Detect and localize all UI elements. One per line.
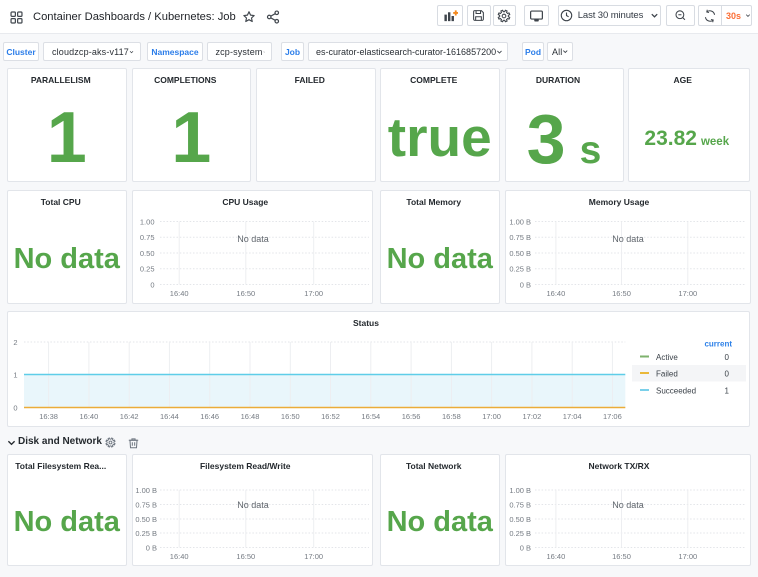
svg-text:0: 0	[725, 353, 730, 362]
svg-text:1.00 B: 1.00 B	[509, 218, 531, 227]
svg-text:16:52: 16:52	[321, 412, 340, 421]
svg-text:16:40: 16:40	[169, 289, 188, 298]
svg-text:17:04: 17:04	[563, 412, 582, 421]
svg-text:16:40: 16:40	[546, 289, 565, 298]
svg-text:17:00: 17:00	[678, 289, 697, 298]
svg-text:16:38: 16:38	[39, 412, 58, 421]
svg-text:No data: No data	[612, 500, 644, 510]
svg-text:16:46: 16:46	[200, 412, 219, 421]
svg-text:Failed: Failed	[656, 370, 678, 379]
svg-text:1: 1	[725, 387, 730, 396]
svg-text:16:50: 16:50	[236, 552, 255, 561]
svg-text:2: 2	[13, 338, 17, 347]
svg-text:0.75 B: 0.75 B	[135, 501, 157, 510]
svg-text:0 B: 0 B	[145, 544, 156, 553]
svg-text:0: 0	[13, 404, 17, 413]
svg-text:0.75 B: 0.75 B	[509, 233, 531, 242]
svg-text:0.50 B: 0.50 B	[509, 249, 531, 258]
svg-text:0.25 B: 0.25 B	[509, 529, 531, 538]
svg-text:0.25 B: 0.25 B	[135, 529, 157, 538]
svg-text:0 B: 0 B	[519, 544, 530, 553]
svg-text:0: 0	[725, 370, 730, 379]
svg-text:0.25 B: 0.25 B	[509, 265, 531, 274]
svg-text:16:50: 16:50	[236, 289, 255, 298]
svg-text:1: 1	[13, 371, 17, 380]
svg-text:current: current	[704, 340, 732, 349]
svg-text:0.50 B: 0.50 B	[509, 515, 531, 524]
svg-text:16:40: 16:40	[80, 412, 99, 421]
svg-text:1.00 B: 1.00 B	[509, 486, 531, 495]
svg-text:16:48: 16:48	[241, 412, 260, 421]
svg-text:17:02: 17:02	[523, 412, 542, 421]
svg-text:0.75 B: 0.75 B	[509, 501, 531, 510]
svg-text:0 B: 0 B	[519, 281, 530, 290]
svg-text:No data: No data	[612, 234, 644, 244]
svg-text:17:00: 17:00	[678, 552, 697, 561]
svg-text:Succeeded: Succeeded	[656, 387, 696, 396]
svg-text:16:44: 16:44	[160, 412, 179, 421]
svg-text:Active: Active	[656, 353, 678, 362]
svg-text:1.00: 1.00	[139, 218, 154, 227]
svg-text:17:00: 17:00	[304, 552, 323, 561]
svg-text:16:40: 16:40	[546, 552, 565, 561]
svg-text:0: 0	[150, 281, 154, 290]
svg-text:17:00: 17:00	[482, 412, 501, 421]
svg-text:1.00 B: 1.00 B	[135, 486, 157, 495]
svg-text:16:56: 16:56	[402, 412, 421, 421]
svg-text:0.25: 0.25	[139, 265, 154, 274]
svg-text:No data: No data	[237, 234, 269, 244]
svg-text:0.50: 0.50	[139, 249, 154, 258]
svg-text:16:58: 16:58	[442, 412, 461, 421]
svg-text:No data: No data	[237, 500, 269, 510]
svg-text:16:42: 16:42	[120, 412, 139, 421]
svg-text:17:06: 17:06	[603, 412, 622, 421]
svg-text:0.75: 0.75	[139, 233, 154, 242]
svg-text:16:50: 16:50	[281, 412, 300, 421]
svg-text:17:00: 17:00	[304, 289, 323, 298]
svg-text:16:50: 16:50	[612, 289, 631, 298]
svg-text:0.50 B: 0.50 B	[135, 515, 157, 524]
svg-text:16:40: 16:40	[169, 552, 188, 561]
svg-text:16:50: 16:50	[612, 552, 631, 561]
svg-text:16:54: 16:54	[361, 412, 380, 421]
